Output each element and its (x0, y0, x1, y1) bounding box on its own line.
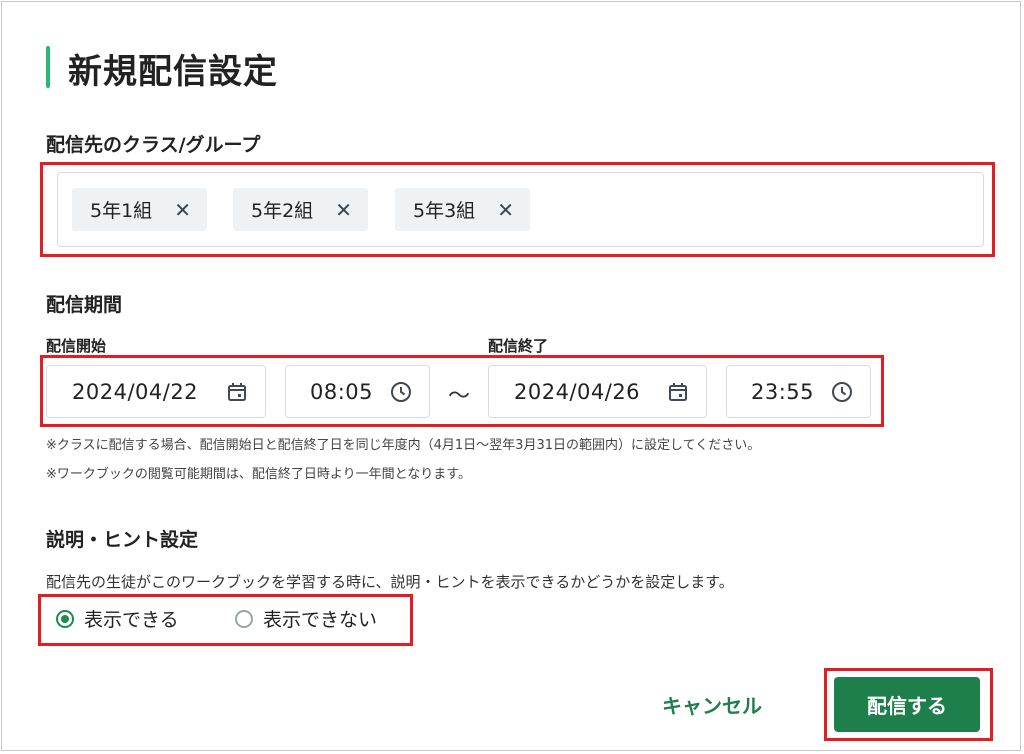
end-time-input[interactable]: 23:55 (726, 365, 871, 418)
calendar-icon[interactable] (225, 380, 249, 404)
end-time-value: 23:55 (751, 380, 815, 404)
period-note: ※ワークブックの閲覧可能期間は、配信終了日時より一年間となります。 (46, 467, 471, 482)
submit-button[interactable]: 配信する (834, 677, 980, 732)
close-icon[interactable]: ✕ (497, 200, 514, 220)
cancel-button[interactable]: キャンセル (662, 690, 762, 719)
radio-label: 表示できない (263, 609, 378, 631)
hint-description: 配信先の生徒がこのワークブックを学習する時に、説明・ヒントを表示できるかどうかを… (46, 573, 734, 591)
calendar-icon[interactable] (666, 380, 690, 404)
start-date-input[interactable]: 2024/04/22 (46, 365, 266, 418)
end-date-value: 2024/04/26 (514, 380, 641, 404)
close-icon[interactable]: ✕ (174, 200, 191, 220)
start-time-value: 08:05 (310, 380, 374, 404)
classes-label: 配信先のクラス/グループ (46, 134, 261, 156)
start-time-input[interactable]: 08:05 (285, 365, 430, 418)
start-label: 配信開始 (46, 337, 107, 355)
period-note: ※クラスに配信する場合、配信開始日と配信終了日を同じ年度内（4月1日〜翌年3月3… (46, 438, 761, 453)
radio-selected-icon[interactable] (56, 609, 74, 628)
class-chip: 5年1組 ✕ (72, 188, 207, 231)
chip-label: 5年3組 (413, 200, 476, 222)
close-icon[interactable]: ✕ (335, 200, 352, 220)
radio-label: 表示できる (84, 609, 179, 631)
chip-label: 5年2組 (251, 200, 314, 222)
class-chip: 5年3組 ✕ (395, 188, 530, 231)
page-title: 新規配信設定 (68, 52, 278, 92)
dialog: 新規配信設定 配信先のクラス/グループ 5年1組 ✕ 5年2組 ✕ 5年3組 ✕… (1, 1, 1021, 751)
radio-show[interactable]: 表示できる (56, 605, 179, 632)
title-accent-bar (46, 46, 50, 88)
radio-unselected-icon[interactable] (235, 609, 253, 628)
clock-icon[interactable] (389, 380, 413, 404)
chip-label: 5年1組 (90, 200, 153, 222)
end-label: 配信終了 (488, 337, 549, 355)
class-chip: 5年2組 ✕ (233, 188, 368, 231)
start-date-value: 2024/04/22 (72, 380, 199, 404)
hint-label: 説明・ヒント設定 (46, 529, 199, 551)
clock-icon[interactable] (830, 380, 854, 404)
period-separator: 〜 (448, 384, 471, 409)
end-date-input[interactable]: 2024/04/26 (488, 365, 707, 418)
radio-hide[interactable]: 表示できない (235, 605, 377, 632)
period-label: 配信期間 (46, 294, 123, 316)
